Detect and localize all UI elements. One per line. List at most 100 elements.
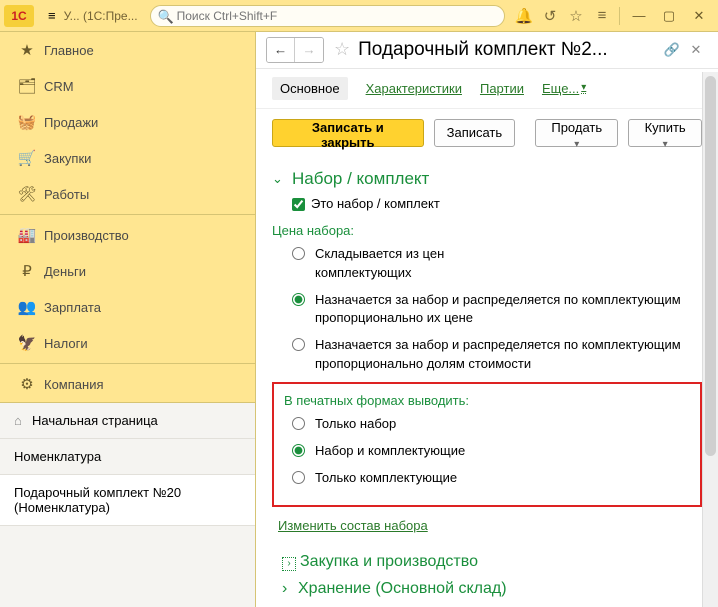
sidebar-item-label: Главное: [44, 43, 94, 58]
print-radio-set-only[interactable]: [292, 417, 305, 430]
window-minimize-button[interactable]: —: [624, 8, 654, 23]
toolbar: Записать и закрыть Записать Продать Купи…: [256, 109, 718, 157]
star-icon[interactable]: ☆: [563, 7, 589, 25]
content-area: ← → ☆ Подарочный комплект №2... 🔗 ✕ Осно…: [256, 32, 718, 607]
panel-item-label: Подарочный комплект №20 (Номенклатура): [14, 485, 181, 515]
global-search[interactable]: 🔍: [150, 5, 505, 27]
search-input[interactable]: [150, 5, 505, 27]
sidebar-item-taxes[interactable]: 🦅 Налоги: [0, 325, 255, 361]
print-forms-box: В печатных формах выводить: Только набор…: [272, 382, 702, 507]
sidebar-item-label: Продажи: [44, 115, 98, 130]
sidebar-item-label: Налоги: [44, 336, 88, 351]
page-title: Подарочный комплект №2...: [358, 39, 660, 61]
filter-icon[interactable]: ≡: [589, 7, 615, 24]
favorite-star-icon[interactable]: ☆: [334, 39, 350, 60]
tab-more[interactable]: Еще...: [542, 81, 586, 96]
sidebar-item-sales[interactable]: 🧺 Продажи: [0, 104, 255, 140]
group-label: Набор / комплект: [292, 167, 429, 192]
chevron-right-dotted-icon: ›: [282, 557, 296, 571]
home-icon: ⌂: [14, 413, 32, 428]
radio-label: Только комплектующие: [315, 469, 457, 488]
sidebar-item-label: Деньги: [44, 264, 86, 279]
group-label: Хранение: [298, 580, 371, 597]
checkbox-label: Это набор / комплект: [311, 195, 440, 214]
sidebar-item-label: Работы: [44, 187, 89, 202]
group-storage[interactable]: ›Хранение (Основной склад): [282, 577, 702, 600]
group-label-paren: (Основной склад): [375, 580, 506, 597]
ruble-icon: ₽: [14, 262, 40, 280]
save-button[interactable]: Записать: [434, 119, 516, 147]
sidebar: ★Главное 🗂CRM 🧺Продажи 🛒Закупки 🛠Работы …: [0, 32, 256, 607]
price-radio-sum[interactable]: [292, 247, 305, 260]
page-tabs: Основное Характеристики Партии Еще...: [256, 69, 718, 109]
is-set-checkbox[interactable]: [292, 198, 305, 211]
radio-label: Только набор: [315, 415, 396, 434]
radio-label: Назначается за набор и распределяется по…: [315, 291, 702, 329]
group-label: Закупка и производство: [300, 553, 478, 570]
scrollbar-thumb[interactable]: [705, 76, 716, 456]
print-box-title: В печатных формах выводить:: [284, 392, 690, 411]
sidebar-item-salary[interactable]: 👥 Зарплата: [0, 289, 255, 325]
scrollbar[interactable]: [702, 72, 718, 607]
panel-item-nomenclature[interactable]: Номенклатура: [0, 439, 255, 475]
divider: [619, 7, 620, 25]
panel-item-label: Начальная страница: [32, 413, 158, 428]
sidebar-item-money[interactable]: ₽ Деньги: [0, 253, 255, 289]
content-header: ← → ☆ Подарочный комплект №2... 🔗 ✕: [256, 32, 718, 69]
id-card-icon: 🗂: [14, 77, 40, 95]
price-radio-by-share[interactable]: [292, 338, 305, 351]
sidebar-item-production[interactable]: 🏭 Производство: [0, 217, 255, 253]
tab-parties[interactable]: Партии: [480, 81, 524, 96]
window-close-button[interactable]: ✕: [684, 8, 714, 24]
sidebar-item-label: Зарплата: [44, 300, 101, 315]
chevron-right-icon: ›: [282, 577, 298, 600]
star-icon: ★: [14, 41, 40, 59]
basket-icon: 🧺: [14, 113, 40, 131]
change-set-link[interactable]: Изменить состав набора: [278, 517, 428, 536]
history-icon[interactable]: ↺: [537, 7, 563, 25]
group-purchase-production[interactable]: › Закупка и производство: [282, 550, 702, 573]
eagle-icon: 🦅: [14, 334, 40, 352]
window-titlebar: 1C ≡ У... (1С:Пре... 🔍 🔔 ↺ ☆ ≡ — ▢ ✕: [0, 0, 718, 32]
radio-label: Назначается за набор и распределяется по…: [315, 336, 702, 374]
sidebar-item-label: Закупки: [44, 151, 91, 166]
sidebar-item-purchases[interactable]: 🛒 Закупки: [0, 140, 255, 176]
app-title: У... (1С:Пре...: [64, 9, 138, 23]
tab-main[interactable]: Основное: [272, 77, 348, 100]
bell-icon[interactable]: 🔔: [511, 7, 537, 25]
save-and-close-button[interactable]: Записать и закрыть: [272, 119, 424, 147]
buy-button[interactable]: Купить: [628, 119, 702, 147]
nav-back-button[interactable]: ←: [267, 38, 295, 62]
tools-icon: 🛠: [14, 185, 40, 203]
sidebar-open-panel: ⌂Начальная страница Номенклатура Подароч…: [0, 402, 255, 607]
app-logo-icon: 1C: [4, 5, 34, 27]
nav-forward-button[interactable]: →: [295, 38, 323, 62]
price-title-label: Цена набора:: [272, 222, 702, 241]
sidebar-item-label: Производство: [44, 228, 129, 243]
panel-item-label: Номенклатура: [14, 449, 101, 464]
sidebar-item-crm[interactable]: 🗂 CRM: [0, 68, 255, 104]
panel-item-active[interactable]: Подарочный комплект №20 (Номенклатура): [0, 475, 255, 526]
gear-icon: ⚙: [14, 375, 40, 393]
panel-item-start[interactable]: ⌂Начальная страница: [0, 403, 255, 439]
close-icon[interactable]: ✕: [684, 42, 708, 58]
sidebar-item-label: CRM: [44, 79, 74, 94]
sidebar-item-label: Компания: [44, 377, 104, 392]
sidebar-item-works[interactable]: 🛠 Работы: [0, 176, 255, 212]
print-radio-set-and-parts[interactable]: [292, 444, 305, 457]
group-set-title[interactable]: ⌄ Набор / комплект: [272, 167, 702, 192]
print-radio-parts-only[interactable]: [292, 471, 305, 484]
tab-characteristics[interactable]: Характеристики: [366, 81, 462, 96]
cart-icon: 🛒: [14, 149, 40, 167]
people-icon: 👥: [14, 298, 40, 316]
sidebar-item-company[interactable]: ⚙ Компания: [0, 366, 255, 402]
sidebar-item-main[interactable]: ★ Главное: [0, 32, 255, 68]
factory-icon: 🏭: [14, 226, 40, 244]
chevron-down-icon: ⌄: [272, 170, 286, 189]
price-radio-by-price[interactable]: [292, 293, 305, 306]
sell-button[interactable]: Продать: [535, 119, 618, 147]
nav-buttons: ← →: [266, 37, 324, 63]
link-icon[interactable]: 🔗: [660, 42, 684, 58]
window-maximize-button[interactable]: ▢: [654, 8, 684, 24]
menu-icon[interactable]: ≡: [48, 8, 56, 23]
